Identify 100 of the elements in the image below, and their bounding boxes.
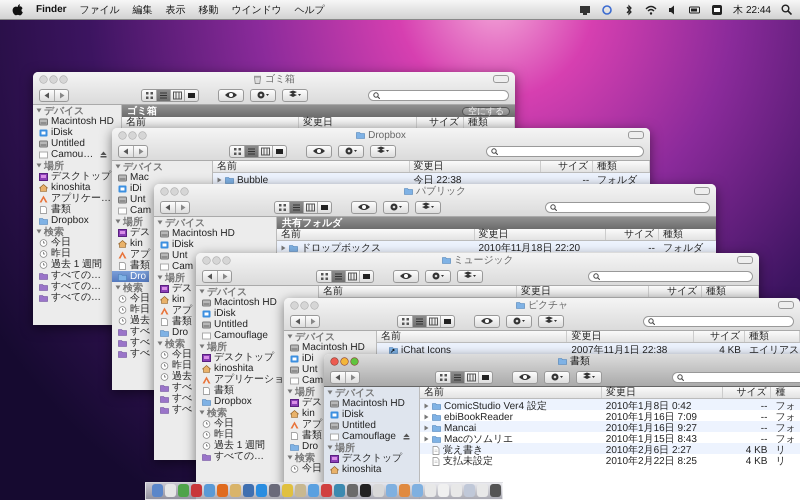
- list-view-button[interactable]: [412, 316, 426, 326]
- column-header[interactable]: 名前: [377, 331, 568, 342]
- eject-icon[interactable]: [402, 433, 410, 440]
- sidebar-item[interactable]: アプ: [284, 419, 325, 430]
- sidebar-item[interactable]: 昨日: [154, 360, 195, 371]
- file-row[interactable]: ComicStudio Ver4 設定 2010年1月8日 0:42 -- フォ: [420, 399, 800, 410]
- sidebar-item[interactable]: kinoshita: [324, 464, 384, 475]
- sidebar-item[interactable]: Cam: [154, 261, 196, 272]
- column-view-button[interactable]: [258, 146, 272, 156]
- column-view-button[interactable]: [345, 270, 359, 282]
- column-header[interactable]: 変更日: [602, 387, 723, 398]
- dropbox-button[interactable]: [282, 88, 308, 102]
- file-row[interactable]: 覚え書き 2010年2月6日 2:27 4 KB リ: [420, 443, 800, 454]
- toolbar-toggle-button[interactable]: [737, 256, 753, 264]
- sidebar-item[interactable]: デスクトップ: [196, 352, 277, 363]
- list-view-button[interactable]: [331, 270, 345, 282]
- sidebar-item[interactable]: すべての…: [33, 281, 104, 292]
- column-header[interactable]: 種類: [744, 331, 800, 342]
- sidebar-item[interactable]: すべ: [154, 404, 195, 415]
- file-row[interactable]: ebiBookReader 2010年1月16日 7:09 -- フォ: [420, 410, 800, 421]
- search-field[interactable]: [545, 202, 710, 212]
- column-header[interactable]: 種類: [702, 286, 759, 297]
- sidebar-item[interactable]: すべ: [112, 326, 153, 337]
- sidebar-item[interactable]: 今日: [284, 463, 325, 474]
- column-header[interactable]: サイズ: [606, 229, 659, 240]
- list-view-button[interactable]: [244, 146, 258, 156]
- cover-flow-button[interactable]: [184, 90, 198, 100]
- cover-flow-button[interactable]: [440, 316, 454, 326]
- sidebar-item[interactable]: すべての…: [33, 270, 104, 281]
- sidebar-item[interactable]: kin: [154, 294, 188, 305]
- column-view-button[interactable]: [170, 90, 184, 100]
- sidebar-item[interactable]: Cam: [284, 375, 326, 386]
- sidebar-item[interactable]: 書類: [33, 204, 74, 215]
- window-controls[interactable]: [330, 356, 360, 366]
- sidebar-item[interactable]: アプリケーショ: [196, 374, 287, 385]
- column-header[interactable]: サイズ: [540, 161, 594, 172]
- sidebar-item[interactable]: 書類: [112, 260, 153, 271]
- sidebar-item[interactable]: すべての…: [33, 292, 104, 303]
- sidebar-item[interactable]: 今日: [33, 237, 74, 248]
- display-icon[interactable]: [579, 4, 592, 16]
- column-header[interactable]: 種類: [658, 229, 716, 240]
- file-row[interactable]: 支払未設定 2010年2月22日 8:25 4 KB リ: [420, 454, 800, 465]
- battery-icon[interactable]: [689, 4, 702, 16]
- sidebar-item[interactable]: kinoshita: [196, 363, 256, 374]
- sidebar-item[interactable]: 過去 1 週間: [33, 259, 106, 270]
- toolbar-toggle-button[interactable]: [694, 187, 710, 195]
- sidebar-item[interactable]: 昨日: [112, 304, 153, 315]
- dropbox-button[interactable]: [370, 144, 396, 158]
- list-view-button[interactable]: [289, 202, 303, 212]
- menu-item[interactable]: ヘルプ: [294, 2, 325, 16]
- wifi-icon[interactable]: [645, 4, 658, 16]
- sidebar-item[interactable]: Macintosh HD: [33, 116, 117, 127]
- action-button[interactable]: [506, 314, 532, 328]
- search-field[interactable]: [672, 372, 800, 382]
- menu-item[interactable]: 編集: [132, 2, 153, 16]
- sidebar-item[interactable]: 書類: [196, 385, 237, 396]
- search-field[interactable]: [368, 90, 509, 100]
- sidebar-item[interactable]: 昨日: [33, 248, 74, 259]
- sidebar-item[interactable]: Untitled: [324, 420, 379, 431]
- sidebar-item[interactable]: Unt: [284, 364, 321, 375]
- sidebar-item[interactable]: Macintosh HD: [196, 297, 280, 308]
- quick-look-button[interactable]: [474, 314, 500, 328]
- search-icon[interactable]: [781, 4, 792, 15]
- sidebar-item[interactable]: Untitled: [196, 319, 251, 330]
- cover-flow-button[interactable]: [359, 270, 373, 282]
- action-button[interactable]: [250, 88, 276, 102]
- action-button[interactable]: [383, 200, 409, 214]
- sidebar-item[interactable]: アプ: [112, 249, 153, 260]
- list-view-button[interactable]: [450, 372, 464, 382]
- sidebar-item[interactable]: Dro: [154, 327, 192, 338]
- sidebar-item[interactable]: Camouflage: [324, 431, 413, 442]
- cover-flow-button[interactable]: [317, 202, 331, 212]
- app-icon[interactable]: [360, 484, 371, 497]
- sidebar-item[interactable]: 過去: [112, 315, 153, 326]
- file-row[interactable]: ドロップボックス 2010年11月18日 22:20 -- フォルダ: [277, 241, 716, 252]
- sidebar-item[interactable]: Unt: [154, 250, 191, 261]
- column-view-button[interactable]: [464, 372, 478, 382]
- sidebar-item[interactable]: 今日: [154, 349, 195, 360]
- file-row[interactable]: Macのソムリエ 2010年1月15日 8:43 -- フォ: [420, 432, 800, 443]
- sidebar-item[interactable]: 書類: [154, 316, 195, 327]
- sidebar-item[interactable]: すべての…: [196, 451, 267, 462]
- sidebar-item[interactable]: iDisk: [154, 239, 197, 250]
- sidebar-item[interactable]: kin: [112, 238, 146, 249]
- sidebar-item[interactable]: Macintosh HD: [284, 342, 368, 353]
- sidebar-item[interactable]: iDisk: [33, 127, 76, 138]
- sidebar-item[interactable]: kin: [284, 408, 318, 419]
- toolbar-toggle-button[interactable]: [778, 301, 794, 309]
- search-field[interactable]: [486, 146, 644, 156]
- column-header[interactable]: 変更日: [567, 331, 694, 342]
- sidebar-item[interactable]: 今日: [196, 418, 237, 429]
- app-icon[interactable]: [490, 484, 501, 497]
- cover-flow-button[interactable]: [272, 146, 286, 156]
- sidebar-item[interactable]: Untitled: [33, 138, 88, 149]
- sidebar-item[interactable]: デスクトップ: [33, 171, 114, 182]
- sidebar-item[interactable]: kinoshita: [33, 182, 94, 193]
- sidebar-item[interactable]: すべ: [112, 348, 153, 359]
- menu-clock[interactable]: 木 22:44: [733, 2, 771, 16]
- sidebar-item[interactable]: すべ: [154, 382, 195, 393]
- sidebar-item[interactable]: デスクトップ: [324, 453, 405, 464]
- file-row[interactable]: Bubble 今日 22:38 -- フォルダ: [213, 173, 650, 184]
